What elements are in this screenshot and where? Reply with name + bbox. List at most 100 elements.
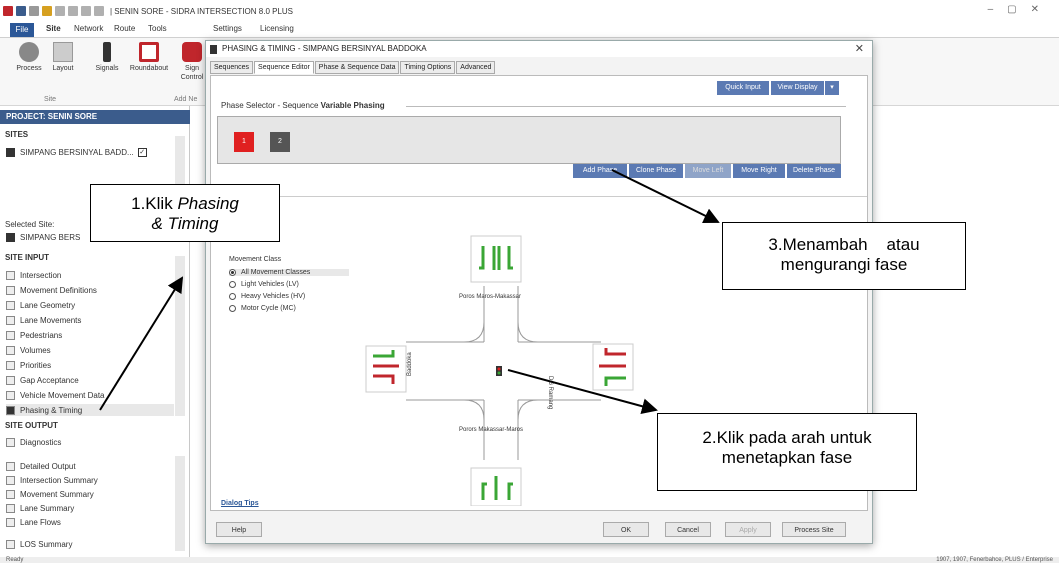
tab-settings[interactable]: Settings — [213, 24, 242, 33]
site-name: SIMPANG BERSINYAL BADD... — [20, 147, 134, 157]
divider — [211, 196, 867, 197]
process-button[interactable]: Process — [14, 42, 44, 73]
movement-class-option[interactable]: Heavy Vehicles (HV) — [229, 293, 305, 300]
east-approach-arrows[interactable] — [592, 343, 634, 391]
view-display-button[interactable]: View Display — [771, 81, 824, 95]
close-icon[interactable]: ✕ — [855, 42, 864, 55]
site-output-item[interactable]: LOS Summary — [6, 538, 72, 550]
site-output-item[interactable]: Lane Summary — [6, 502, 74, 514]
move-left-button[interactable]: Move Left — [685, 164, 731, 178]
tab-site[interactable]: Site — [46, 24, 61, 33]
phase-1-button[interactable]: 1 — [234, 132, 254, 152]
signals-button[interactable]: Signals — [92, 42, 122, 73]
project-header[interactable]: PROJECT: SENIN SORE — [0, 110, 190, 124]
print-icon[interactable] — [29, 6, 39, 16]
window-title: | SENIN SORE - SIDRA INTERSECTION 8.0 PL… — [110, 6, 294, 16]
tab-tools[interactable]: Tools — [148, 24, 167, 33]
site-output-item[interactable]: Diagnostics — [6, 436, 61, 448]
delete-phase-button[interactable]: Delete Phase — [787, 164, 841, 178]
tab-sequences[interactable]: Sequences — [210, 61, 254, 74]
site-output-item[interactable]: Intersection Summary — [6, 474, 98, 486]
priorities-icon — [6, 360, 15, 370]
west-approach-arrows[interactable] — [365, 345, 407, 393]
site-list-item[interactable]: SIMPANG BERSINYAL BADD... ✓ — [6, 146, 147, 158]
layout-label: Layout — [52, 65, 74, 72]
process-site-button[interactable]: Process Site — [782, 522, 846, 537]
lane-movements-icon — [6, 315, 15, 325]
tab-file[interactable]: File — [10, 23, 34, 37]
site-input-item[interactable]: Phasing & Timing — [6, 404, 174, 416]
process-label: Process — [16, 65, 42, 72]
cancel-button[interactable]: Cancel — [665, 522, 711, 537]
site-input-item[interactable]: Lane Geometry — [6, 299, 75, 311]
tools-icon[interactable] — [68, 6, 78, 16]
layout-button[interactable]: Layout — [48, 42, 78, 73]
site-output-label: Lane Summary — [20, 503, 75, 513]
radio-button[interactable] — [229, 281, 236, 288]
site-input-item[interactable]: Movement Definitions — [6, 284, 97, 296]
gear-icon[interactable] — [94, 6, 104, 16]
south-approach-arrows[interactable] — [470, 467, 522, 506]
chevron-down-icon[interactable]: ▾ — [825, 81, 839, 95]
radio-button[interactable] — [229, 269, 236, 276]
tab-network[interactable]: Network — [74, 24, 103, 33]
selected-site-item[interactable]: SIMPANG BERS — [6, 231, 80, 243]
movement-class-label: Movement Class — [229, 256, 282, 263]
dialog-tips-link[interactable]: Dialog Tips — [221, 500, 259, 507]
site-input-item[interactable]: Lane Movements — [6, 314, 81, 326]
movement-class-option[interactable]: All Movement Classes — [229, 269, 349, 276]
selected-site-name: SIMPANG BERS — [20, 232, 81, 242]
tab-route[interactable]: Route — [114, 24, 135, 33]
site-output-item[interactable]: Movement Summary — [6, 488, 94, 500]
site-input-item[interactable]: Priorities — [6, 359, 51, 371]
window-controls[interactable]: –▢✕ — [988, 4, 1053, 15]
quick-input-button[interactable]: Quick Input — [717, 81, 769, 95]
site-input-item[interactable]: Pedestrians — [6, 329, 62, 341]
site-output-item[interactable]: Lane Flows — [6, 516, 61, 528]
tab-phase-sequence-data[interactable]: Phase & Sequence Data — [314, 61, 400, 74]
sign-control-button[interactable]: Sign Control — [178, 42, 206, 82]
north-approach-arrows[interactable] — [470, 235, 522, 283]
signal-light — [497, 367, 501, 371]
site-input-item[interactable]: Vehicle Movement Data — [6, 389, 105, 401]
add-phase-button[interactable]: Add Phase — [573, 164, 627, 178]
site-output-label: Lane Flows — [20, 517, 61, 527]
intersection-diagram — [365, 235, 634, 506]
movement-class-option[interactable]: Light Vehicles (LV) — [229, 281, 299, 288]
tab-timing-options[interactable]: Timing Options — [400, 61, 456, 74]
site-checkbox[interactable]: ✓ — [137, 147, 147, 157]
settings-icon[interactable] — [55, 6, 65, 16]
apply-button[interactable]: Apply — [725, 522, 771, 537]
clone-phase-button[interactable]: Clone Phase — [629, 164, 683, 178]
site-output-item[interactable]: Detailed Output — [6, 460, 76, 472]
tab-sequence-editor[interactable]: Sequence Editor — [254, 61, 314, 74]
open-folder-icon[interactable] — [42, 6, 52, 16]
site-output-label: Intersection Summary — [20, 475, 98, 485]
tab-licensing[interactable]: Licensing — [260, 24, 294, 33]
phase-2-button[interactable]: 2 — [270, 132, 290, 152]
site-input-item[interactable]: Volumes — [6, 344, 51, 356]
tab-advanced[interactable]: Advanced — [456, 61, 496, 74]
options-icon[interactable] — [81, 6, 91, 16]
site-input-item[interactable]: Gap Acceptance — [6, 374, 79, 386]
radio-button[interactable] — [229, 305, 236, 312]
movement-class-option[interactable]: Motor Cycle (MC) — [229, 305, 296, 312]
save-icon[interactable] — [16, 6, 26, 16]
site-output-scrollbar[interactable] — [175, 456, 185, 551]
divider — [406, 106, 846, 107]
site-input-scrollbar[interactable] — [175, 256, 185, 416]
site-input-item[interactable]: Intersection — [6, 269, 61, 281]
callout-1-italic-2: & Timing — [151, 214, 219, 233]
dialog-tabs: Sequences Sequence Editor Phase & Sequence… — [210, 61, 496, 75]
roundabout-button[interactable]: Roundabout — [126, 42, 172, 73]
help-button[interactable]: Help — [216, 522, 262, 537]
ok-button[interactable]: OK — [603, 522, 649, 537]
radio-button[interactable] — [229, 293, 236, 300]
site-input-label: Lane Geometry — [20, 300, 76, 310]
move-right-button[interactable]: Move Right — [733, 164, 785, 178]
site-input-label: Priorities — [20, 360, 52, 370]
document-icon — [6, 503, 15, 513]
road-curve — [463, 321, 485, 343]
stop-sign-icon — [182, 42, 202, 62]
traffic-light-icon — [6, 147, 15, 157]
